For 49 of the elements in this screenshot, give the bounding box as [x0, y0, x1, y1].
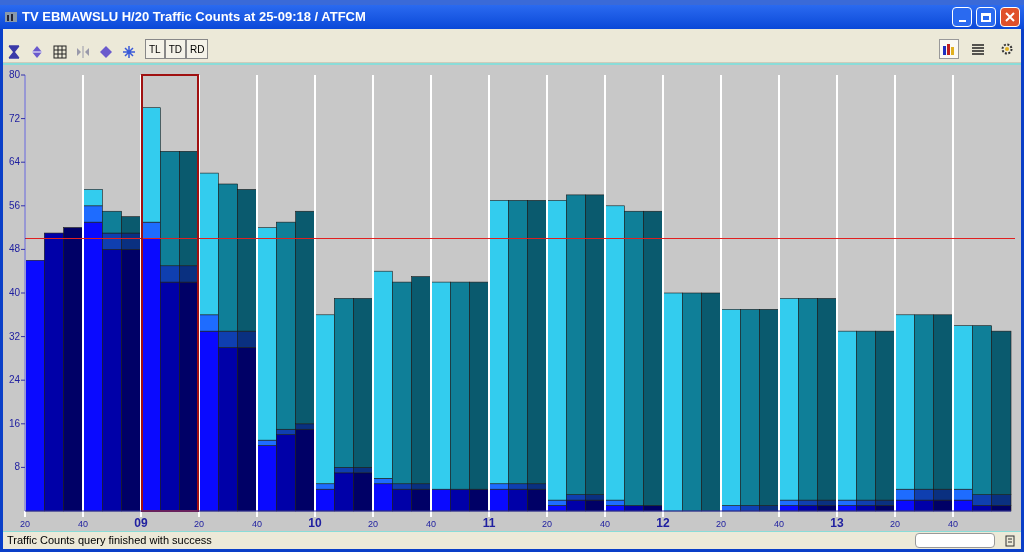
- minimize-button[interactable]: [952, 7, 972, 27]
- list-icon: [971, 42, 985, 56]
- diamond-arrows-icon[interactable]: [30, 45, 44, 59]
- y-tick-label: 40: [8, 287, 20, 298]
- status-message: Traffic Counts query finished with success: [6, 533, 213, 549]
- x-tick-label: 40: [252, 519, 262, 529]
- bar-segment: [82, 189, 103, 207]
- x-tick-label: 10: [308, 516, 322, 530]
- x-tick-label: 12: [656, 516, 670, 530]
- window-icon: [4, 10, 18, 24]
- y-tick-label: 8: [14, 461, 20, 473]
- x-tick-label: 40: [774, 519, 784, 529]
- x-tick-label: 40: [78, 519, 88, 529]
- x-tick-label: 40: [948, 519, 958, 529]
- y-tick-label: 32: [8, 330, 20, 342]
- resize-grip-icon: [1003, 533, 1017, 548]
- y-tick-label: 56: [8, 199, 20, 211]
- x-tick-label: 20: [368, 519, 378, 529]
- x-tick-label: 13: [830, 516, 844, 530]
- grid-icon[interactable]: [53, 45, 67, 59]
- x-tick-label: 09: [134, 516, 148, 530]
- x-tick-label: 20: [542, 519, 552, 529]
- bar-chart-icon: [942, 42, 956, 56]
- y-tick-label: 80: [8, 69, 20, 80]
- close-button[interactable]: [1000, 7, 1020, 27]
- y-tick-label: 64: [8, 156, 20, 168]
- x-tick-label: 20: [20, 519, 30, 529]
- y-tick-label: 72: [8, 112, 20, 124]
- gear-icon: [1000, 42, 1014, 56]
- x-tick-label: 20: [194, 519, 204, 529]
- diamond-icon[interactable]: [99, 45, 113, 59]
- y-tick-label: 24: [8, 374, 20, 386]
- x-tick-label: 40: [600, 519, 610, 529]
- x-tick-label: 11: [482, 516, 496, 530]
- time-slot[interactable]: [141, 74, 199, 512]
- close-icon: [1005, 12, 1015, 22]
- y-tick-label: 16: [8, 417, 20, 429]
- window-title: TV EBMAWSLU H/20 Traffic Counts at 25-09:18 / ATFCM: [22, 8, 367, 27]
- x-tick-label: 40: [426, 519, 436, 529]
- toggle-button[interactable]: TD: [164, 39, 186, 59]
- view-button[interactable]: [939, 39, 959, 59]
- hourglass-icon[interactable]: [7, 45, 21, 59]
- toggle-button[interactable]: TL: [145, 39, 165, 59]
- snowflake-icon[interactable]: [122, 45, 136, 59]
- toggle-button[interactable]: RD: [186, 39, 209, 59]
- x-tick-label: 20: [890, 519, 900, 529]
- x-tick-label: 20: [716, 519, 726, 529]
- maximize-button[interactable]: [976, 7, 996, 27]
- y-tick-label: 48: [8, 243, 20, 255]
